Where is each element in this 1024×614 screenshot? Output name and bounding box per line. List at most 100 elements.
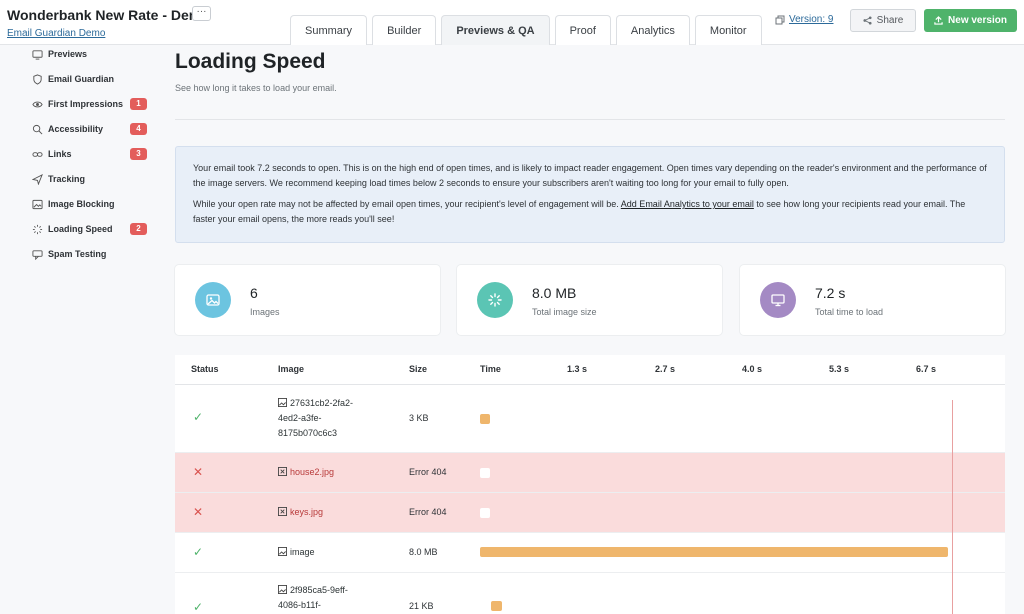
time-tick: 4.0 s bbox=[742, 364, 763, 374]
image-icon bbox=[278, 547, 287, 556]
page-title: Loading Speed bbox=[175, 50, 326, 73]
image-icon bbox=[195, 282, 231, 318]
link-icon bbox=[32, 151, 43, 157]
stat-value: 6 bbox=[250, 285, 258, 301]
sidebar-item-loading-speed[interactable]: Loading Speed 2 bbox=[32, 220, 152, 238]
time-tick: 6.7 s bbox=[916, 364, 937, 374]
stat-card-images: 6 Images bbox=[175, 265, 440, 335]
image-icon bbox=[278, 398, 287, 407]
tab-summary[interactable]: Summary bbox=[290, 15, 368, 45]
project-link[interactable]: Email Guardian Demo bbox=[7, 28, 105, 39]
tab-monitor[interactable]: Monitor bbox=[694, 15, 762, 45]
sidebar-item-previews[interactable]: Previews bbox=[32, 45, 152, 63]
new-version-button[interactable]: New version bbox=[924, 9, 1017, 32]
image-name: keys.jpg bbox=[278, 505, 368, 520]
issue-count-badge: 3 bbox=[130, 148, 147, 160]
sidebar-item-label: Accessibility bbox=[48, 124, 104, 134]
sidebar-item-label: Tracking bbox=[48, 174, 86, 184]
share-button[interactable]: Share bbox=[850, 9, 916, 32]
image-size: 8.0 MB bbox=[409, 547, 438, 557]
error-x-icon: ✕ bbox=[193, 505, 204, 519]
time-tick: 2.7 s bbox=[655, 364, 676, 374]
stat-value: 7.2 s bbox=[815, 285, 846, 301]
version-link[interactable]: Version: 9 bbox=[775, 14, 833, 25]
sidebar-item-label: Previews bbox=[48, 49, 88, 59]
time-tick: 1.3 s bbox=[567, 364, 588, 374]
info-text: While your open rate may not be affected… bbox=[193, 199, 621, 209]
divider bbox=[175, 119, 1005, 120]
image-filename: image bbox=[290, 547, 315, 557]
new-version-label: New version bbox=[948, 15, 1007, 26]
page-subtitle: See how long it takes to load your email… bbox=[175, 83, 337, 93]
monitor-icon bbox=[32, 49, 43, 60]
column-header-image: Image bbox=[278, 364, 305, 374]
image-name: 27631cb2-2fa2-4ed2-a3fe-8175b070c6c3 bbox=[278, 396, 368, 441]
check-icon: ✓ bbox=[193, 410, 204, 424]
app-title: Wonderbank New Rate - Demo bbox=[7, 7, 210, 23]
image-name: 2f985ca5-9eff-4086-b11f- bbox=[278, 583, 368, 613]
top-header: Wonderbank New Rate - Demo ··· Email Gua… bbox=[0, 0, 1024, 45]
stat-label: Total time to load bbox=[815, 307, 884, 317]
check-icon: ✓ bbox=[193, 600, 204, 614]
table-row[interactable]: ✕ keys.jpg Error 404 bbox=[175, 493, 1005, 533]
error-x-icon: ✕ bbox=[193, 465, 204, 479]
stat-card-load-time: 7.2 s Total time to load bbox=[740, 265, 1005, 335]
spinner-icon bbox=[477, 282, 513, 318]
broken-image-icon bbox=[278, 507, 287, 516]
copy-icon bbox=[775, 15, 785, 24]
load-time-info-box: Your email took 7.2 seconds to open. Thi… bbox=[175, 146, 1005, 243]
sidebar-item-label: Loading Speed bbox=[48, 224, 113, 234]
stat-value: 8.0 MB bbox=[532, 285, 577, 301]
more-options-button[interactable]: ··· bbox=[192, 6, 211, 21]
tab-analytics[interactable]: Analytics bbox=[615, 15, 690, 45]
sidebar-item-label: Email Guardian bbox=[48, 74, 115, 84]
sidebar-item-spam-testing[interactable]: Spam Testing bbox=[32, 245, 152, 263]
qa-sidebar: Previews Email Guardian First Impression… bbox=[0, 45, 160, 614]
issue-count-badge: 4 bbox=[130, 123, 147, 135]
image-filename: keys.jpg bbox=[290, 507, 324, 517]
monitor-icon bbox=[760, 282, 796, 318]
table-row[interactable]: ✓ 27631cb2-2fa2-4ed2-a3fe-8175b070c6c3 3… bbox=[175, 385, 1005, 453]
table-row[interactable]: ✓ image 8.0 MB bbox=[175, 533, 1005, 573]
sidebar-item-links[interactable]: Links 3 bbox=[32, 145, 152, 163]
table-header: Status Image Size Time 1.3 s 2.7 s 4.0 s… bbox=[175, 355, 1005, 385]
image-size: Error 404 bbox=[409, 507, 447, 517]
image-name: image bbox=[278, 545, 368, 560]
loading-time-table: Status Image Size Time 1.3 s 2.7 s 4.0 s… bbox=[175, 355, 1005, 614]
sidebar-item-first-impressions[interactable]: First Impressions 1 bbox=[32, 95, 152, 113]
column-header-size: Size bbox=[409, 364, 428, 374]
broken-image-icon bbox=[278, 467, 287, 476]
info-paragraph: Your email took 7.2 seconds to open. Thi… bbox=[193, 163, 987, 188]
share-label: Share bbox=[876, 15, 904, 26]
sidebar-item-image-blocking[interactable]: Image Blocking bbox=[32, 195, 152, 213]
column-header-status: Status bbox=[191, 364, 219, 374]
image-icon bbox=[32, 199, 43, 209]
tab-proof[interactable]: Proof bbox=[554, 15, 611, 45]
time-tick: 5.3 s bbox=[829, 364, 850, 374]
image-size: Error 404 bbox=[409, 467, 447, 477]
spam-icon bbox=[32, 249, 43, 260]
table-row[interactable]: ✕ house2.jpg Error 404 bbox=[175, 453, 1005, 493]
image-filename: house2.jpg bbox=[290, 467, 335, 477]
sidebar-item-accessibility[interactable]: Accessibility 4 bbox=[32, 120, 152, 138]
version-label: Version: 9 bbox=[789, 14, 834, 25]
add-analytics-link[interactable]: Add Email Analytics to your email bbox=[621, 199, 754, 209]
sidebar-item-label: First Impressions bbox=[48, 99, 124, 109]
issue-count-badge: 1 bbox=[130, 98, 147, 110]
image-size: 3 KB bbox=[409, 413, 429, 423]
upload-icon bbox=[934, 16, 943, 25]
stat-label: Total image size bbox=[532, 307, 597, 317]
sidebar-item-email-guardian[interactable]: Email Guardian bbox=[32, 70, 152, 88]
stat-label: Images bbox=[250, 307, 280, 317]
image-size: 21 KB bbox=[409, 601, 434, 611]
table-row[interactable]: ✓ 2f985ca5-9eff-4086-b11f- 21 KB bbox=[175, 573, 1005, 614]
info-paragraph-2: While your open rate may not be affected… bbox=[193, 197, 987, 227]
image-name: house2.jpg bbox=[278, 465, 368, 480]
tab-builder[interactable]: Builder bbox=[372, 15, 437, 45]
share-icon bbox=[863, 16, 872, 25]
sidebar-item-label: Links bbox=[48, 149, 72, 159]
sidebar-item-tracking[interactable]: Tracking bbox=[32, 170, 152, 188]
tab-previews-qa[interactable]: Previews & QA bbox=[441, 15, 550, 45]
image-filename: 2f985ca5-9eff-4086-b11f- bbox=[278, 585, 348, 610]
load-time-bar bbox=[480, 547, 949, 557]
